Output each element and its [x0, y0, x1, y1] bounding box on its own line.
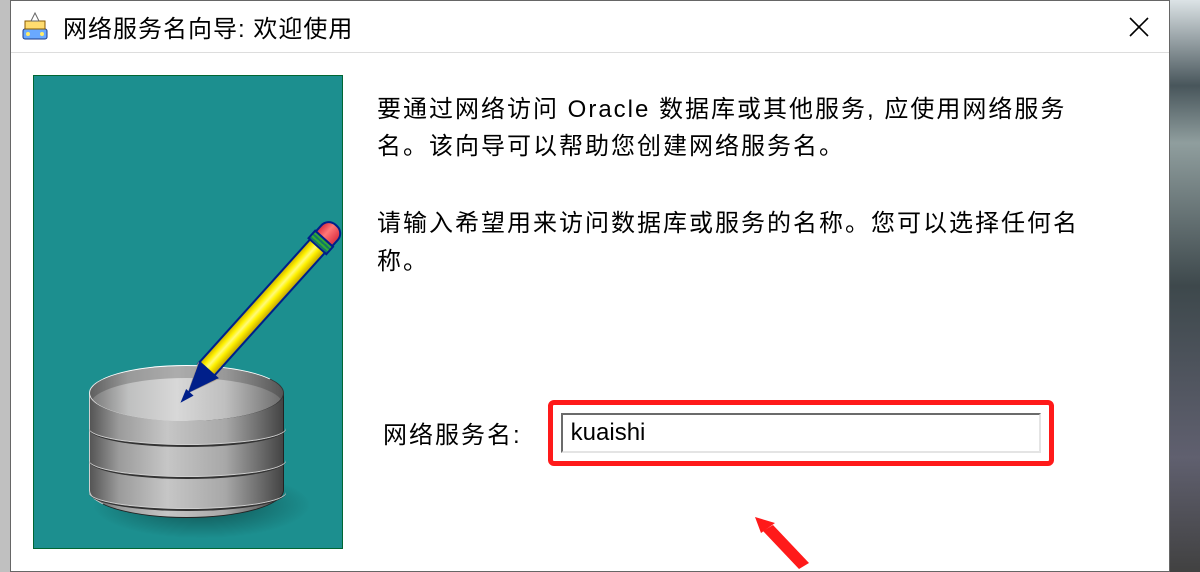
titlebar[interactable]: 网络服务名向导: 欢迎使用	[11, 1, 1169, 53]
content-area: 要通过网络访问 Oracle 数据库或其他服务, 应使用网络服务名。该向导可以帮…	[11, 53, 1169, 571]
service-name-row: 网络服务名:	[383, 400, 1117, 466]
red-arrow-icon	[739, 511, 819, 571]
background-sliver	[1170, 0, 1200, 572]
wizard-form: 要通过网络访问 Oracle 数据库或其他服务, 应使用网络服务名。该向导可以帮…	[371, 75, 1147, 549]
window-title: 网络服务名向导: 欢迎使用	[63, 9, 1117, 44]
service-name-input[interactable]	[561, 413, 1041, 453]
intro-paragraph: 要通过网络访问 Oracle 数据库或其他服务, 应使用网络服务名。该向导可以帮…	[377, 91, 1117, 165]
wizard-side-panel	[33, 75, 343, 549]
highlight-box	[548, 400, 1054, 466]
wizard-window: 网络服务名向导: 欢迎使用	[10, 0, 1170, 572]
close-button[interactable]	[1117, 5, 1161, 49]
prompt-paragraph: 请输入希望用来访问数据库或服务的名称。您可以选择任何名称。	[377, 205, 1117, 279]
wizard-icon	[19, 11, 51, 43]
service-name-label: 网络服务名:	[383, 415, 522, 450]
pencil-icon	[197, 234, 330, 379]
close-icon	[1127, 15, 1151, 39]
